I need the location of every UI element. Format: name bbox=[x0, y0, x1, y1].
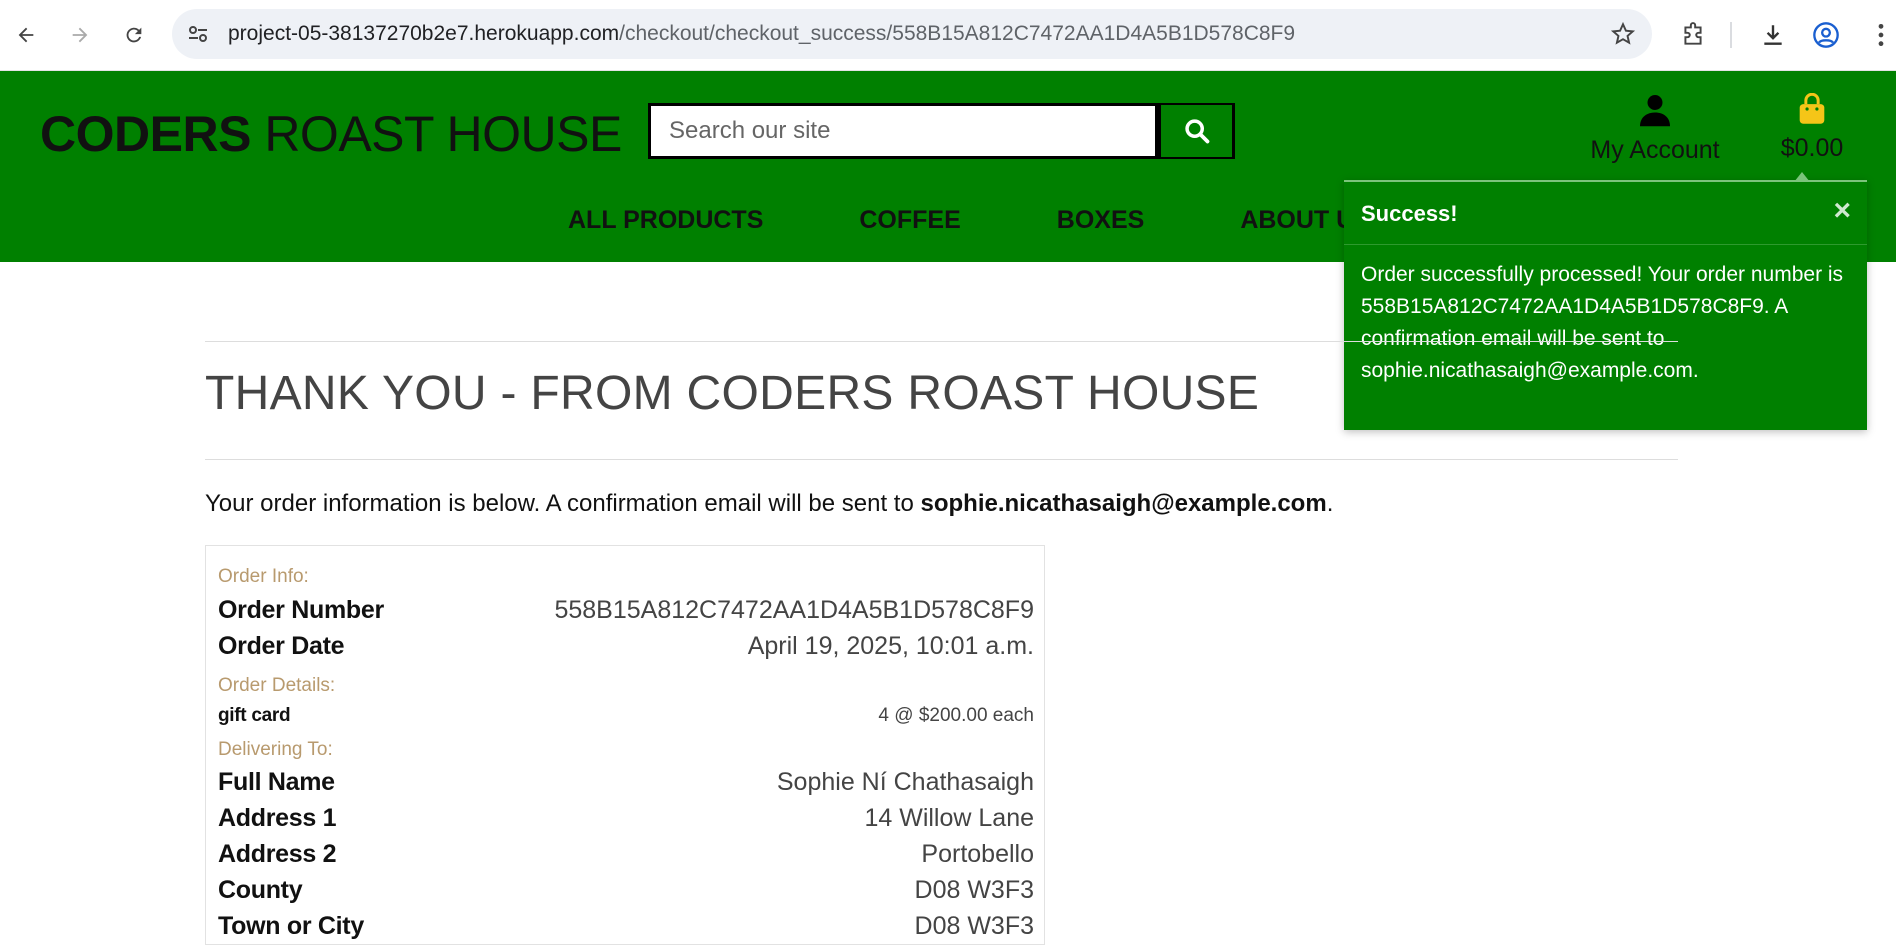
intro-sentence: Your order information is below. A confi… bbox=[205, 490, 921, 517]
nav-boxes[interactable]: BOXES bbox=[1057, 206, 1145, 235]
order-details-label: Order Details: bbox=[218, 675, 336, 696]
shopping-bag-link[interactable]: $0.00 bbox=[1772, 92, 1852, 163]
county-row: County D08 W3F3 bbox=[218, 876, 1034, 905]
profile-icon[interactable] bbox=[1811, 20, 1841, 50]
intro-email: sophie.nicathasaigh@example.com bbox=[920, 490, 1327, 517]
order-date-row: Order Date April 19, 2025, 10:01 a.m. bbox=[218, 632, 1034, 661]
town-value: D08 W3F3 bbox=[914, 912, 1034, 940]
town-row: Town or City D08 W3F3 bbox=[218, 912, 1034, 941]
address1-row: Address 1 14 Willow Lane bbox=[218, 804, 1034, 833]
county-value: D08 W3F3 bbox=[914, 876, 1034, 904]
main-nav: ALL PRODUCTS COFFEE BOXES ABOUT US bbox=[568, 206, 1467, 235]
search-input[interactable] bbox=[648, 103, 1158, 159]
address1-key: Address 1 bbox=[218, 804, 337, 832]
url-text: project-05-38137270b2e7.herokuapp.com/ch… bbox=[228, 22, 1295, 46]
toast-message: Order successfully processed! Your order… bbox=[1361, 263, 1844, 382]
url-host: project-05-38137270b2e7.herokuapp.com bbox=[228, 22, 620, 45]
order-summary-box: Order Info: Order Number 558B15A812C7472… bbox=[205, 545, 1045, 945]
full-name-row: Full Name Sophie Ní Chathasaigh bbox=[218, 768, 1034, 797]
order-number-value: 558B15A812C7472AA1D4A5B1D578C8F9 bbox=[554, 596, 1034, 624]
nav-coffee[interactable]: COFFEE bbox=[859, 206, 960, 235]
toast-close-button[interactable]: × bbox=[1833, 196, 1851, 226]
order-number-row: Order Number 558B15A812C7472AA1D4A5B1D57… bbox=[218, 596, 1034, 625]
bag-total: $0.00 bbox=[1780, 134, 1844, 162]
order-info-label: Order Info: bbox=[218, 566, 309, 587]
address1-value: 14 Willow Lane bbox=[864, 804, 1034, 832]
download-icon[interactable] bbox=[1758, 20, 1788, 50]
logo-light-text: ROAST HOUSE bbox=[250, 106, 622, 162]
full-name-key: Full Name bbox=[218, 768, 335, 796]
reload-icon bbox=[126, 27, 142, 43]
search-icon bbox=[1184, 119, 1209, 144]
address-bar[interactable]: project-05-38137270b2e7.herokuapp.com/ch… bbox=[172, 9, 1652, 59]
intro-text: Your order information is below. A confi… bbox=[205, 490, 1333, 518]
url-path: /checkout/checkout_success/558B15A812C74… bbox=[619, 22, 1296, 45]
address2-value: Portobello bbox=[921, 840, 1034, 868]
intro-period: . bbox=[1326, 490, 1334, 517]
address2-row: Address 2 Portobello bbox=[218, 840, 1034, 869]
title-divider bbox=[205, 459, 1678, 460]
browser-toolbar: project-05-38137270b2e7.herokuapp.com/ch… bbox=[0, 0, 1896, 71]
full-name-value: Sophie Ní Chathasaigh bbox=[776, 768, 1034, 796]
my-account-label: My Account bbox=[1590, 136, 1720, 164]
bookmark-star-icon[interactable] bbox=[1610, 21, 1636, 47]
reload-button[interactable] bbox=[116, 17, 152, 53]
order-item-row: gift card 4 @ $200.00 each bbox=[218, 705, 1034, 727]
search-button[interactable] bbox=[1158, 103, 1235, 159]
site-logo[interactable]: CODERS ROAST HOUSE bbox=[40, 105, 622, 163]
menu-kebab-icon[interactable] bbox=[1866, 20, 1896, 50]
back-button[interactable] bbox=[8, 17, 44, 53]
item-quantity: 4 @ $200.00 each bbox=[878, 705, 1034, 726]
address2-key: Address 2 bbox=[218, 840, 337, 868]
toast-arrow bbox=[1794, 172, 1810, 182]
forward-arrow-icon bbox=[72, 27, 88, 43]
search-form bbox=[648, 103, 1235, 159]
order-number-key: Order Number bbox=[218, 596, 384, 624]
forward-button[interactable] bbox=[62, 17, 98, 53]
nav-all-products[interactable]: ALL PRODUCTS bbox=[568, 206, 763, 235]
toolbar-separator bbox=[1730, 22, 1732, 48]
back-arrow-icon bbox=[18, 27, 34, 43]
delivering-to-label: Delivering To: bbox=[218, 739, 333, 760]
order-date-key: Order Date bbox=[218, 632, 345, 660]
order-date-value: April 19, 2025, 10:01 a.m. bbox=[747, 632, 1034, 660]
user-icon bbox=[1640, 95, 1670, 127]
shopping-bag-icon bbox=[1799, 92, 1825, 124]
my-account-link[interactable]: My Account bbox=[1588, 93, 1722, 165]
county-key: County bbox=[218, 876, 303, 904]
logo-bold-text: CODERS bbox=[40, 106, 251, 162]
town-key: Town or City bbox=[218, 912, 364, 940]
item-name: gift card bbox=[218, 705, 291, 726]
toast-divider bbox=[1344, 244, 1867, 245]
extensions-icon[interactable] bbox=[1678, 20, 1708, 50]
site-settings-icon[interactable] bbox=[186, 22, 210, 46]
top-divider bbox=[205, 341, 1678, 342]
page-title: THANK YOU - FROM CODERS ROAST HOUSE bbox=[205, 367, 1260, 420]
toast-title: Success! bbox=[1361, 201, 1458, 226]
success-toast: Success! × Order successfully processed!… bbox=[1344, 172, 1867, 430]
